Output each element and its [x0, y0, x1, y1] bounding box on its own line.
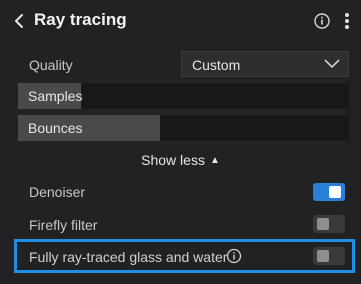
- ray-tracing-panel: Ray tracing Quality Custom Samples Bounc…: [0, 0, 361, 284]
- info-icon[interactable]: [313, 12, 331, 30]
- back-chevron-icon[interactable]: [11, 12, 27, 30]
- quality-label: Quality: [29, 57, 73, 73]
- samples-label: Samples: [28, 88, 83, 104]
- toggle-knob: [317, 218, 329, 230]
- info-icon[interactable]: [226, 248, 242, 264]
- panel-header: Ray tracing: [0, 0, 361, 42]
- toggle-knob: [317, 250, 329, 262]
- chevron-down-icon: [324, 59, 340, 69]
- bounces-label: Bounces: [28, 120, 83, 136]
- bounces-slider[interactable]: Bounces: [18, 115, 349, 141]
- firefly-filter-label: Firefly filter: [29, 217, 98, 233]
- show-less-button[interactable]: Show less ▲: [0, 152, 361, 168]
- glass-water-label: Fully ray-traced glass and water: [29, 249, 228, 265]
- samples-slider[interactable]: Samples: [18, 83, 349, 109]
- denoiser-toggle[interactable]: [313, 183, 345, 201]
- denoiser-label: Denoiser: [29, 184, 86, 200]
- show-less-label: Show less: [141, 152, 205, 168]
- more-vertical-icon[interactable]: [340, 11, 354, 31]
- quality-select[interactable]: Custom: [181, 51, 349, 77]
- toggle-knob: [329, 186, 341, 198]
- glass-water-toggle[interactable]: [313, 247, 345, 265]
- page-title: Ray tracing: [34, 10, 127, 29]
- caret-up-icon: ▲: [209, 155, 220, 166]
- firefly-filter-toggle[interactable]: [313, 215, 345, 233]
- quality-select-value: Custom: [192, 57, 241, 73]
